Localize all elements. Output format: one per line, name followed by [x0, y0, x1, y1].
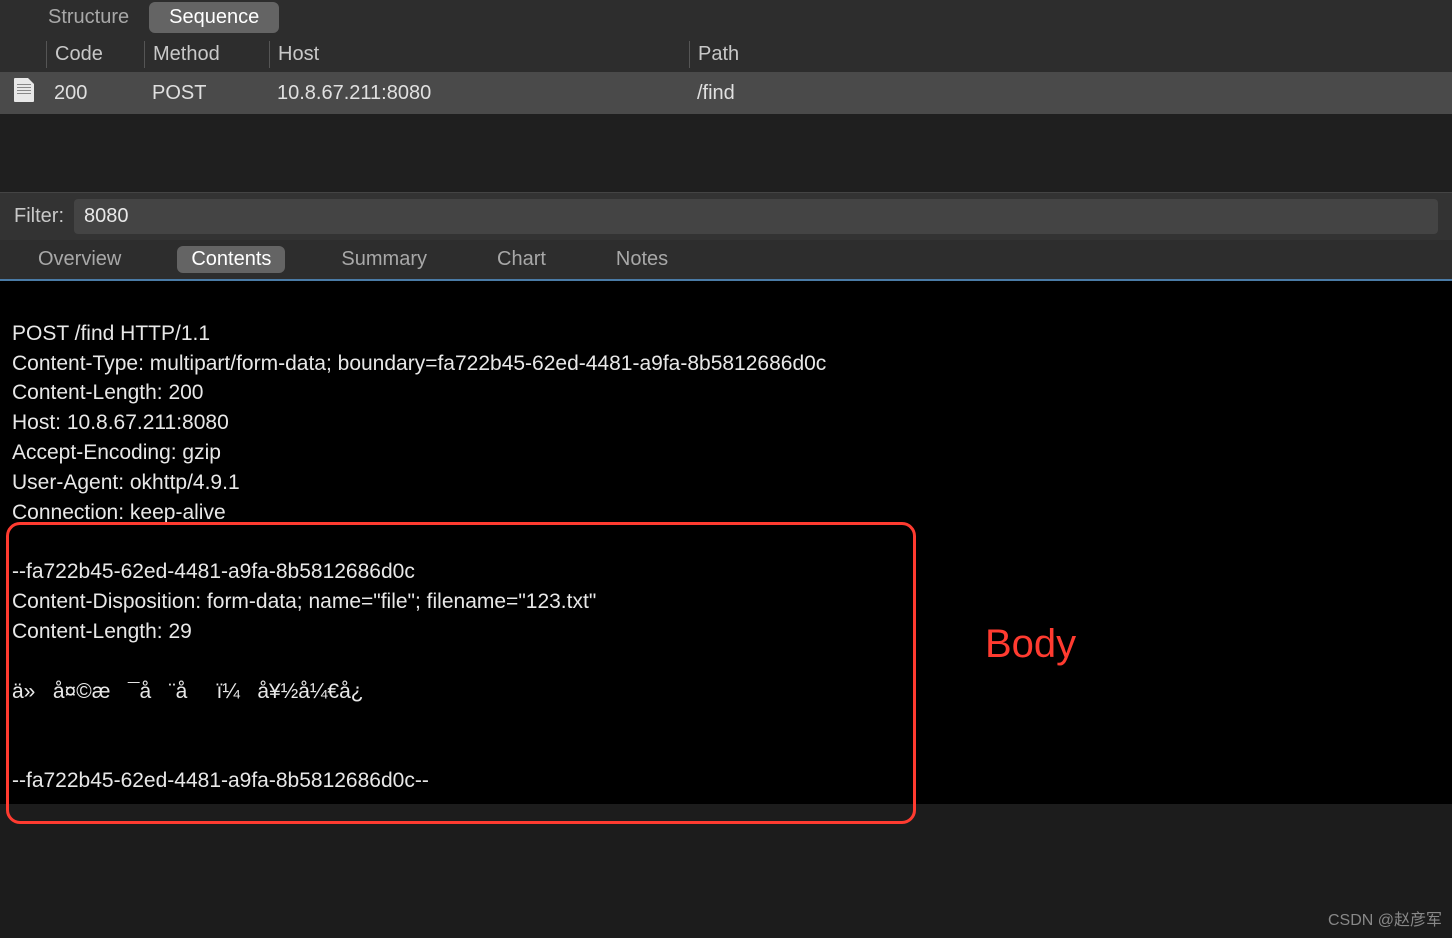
request-row[interactable]: 200 POST 10.8.67.211:8080 /find: [0, 72, 1452, 114]
detail-tabs-bar: Overview Contents Summary Chart Notes: [0, 240, 1452, 279]
http-request-line: POST /find HTTP/1.1: [12, 322, 210, 345]
filter-bar: Filter:: [0, 192, 1452, 240]
document-icon: [14, 78, 34, 102]
http-connection: Connection: keep-alive: [12, 501, 226, 524]
tab-summary[interactable]: Summary: [327, 246, 441, 273]
request-code: 200: [46, 80, 144, 107]
http-content-area[interactable]: POST /find HTTP/1.1 Content-Type: multip…: [0, 281, 1452, 804]
col-header-code[interactable]: Code: [46, 41, 144, 68]
request-list-empty: [0, 114, 1452, 192]
http-content-length: Content-Length: 200: [12, 381, 203, 404]
http-boundary-start: --fa722b45-62ed-4481-a9fa-8b5812686d0c: [12, 560, 415, 583]
http-accept-encoding: Accept-Encoding: gzip: [12, 441, 221, 464]
tab-overview[interactable]: Overview: [24, 246, 135, 273]
col-header-path[interactable]: Path: [689, 41, 1452, 68]
tab-notes[interactable]: Notes: [602, 246, 682, 273]
filter-input[interactable]: [74, 199, 1438, 234]
request-type-icon: [0, 76, 46, 110]
col-header-icon: [0, 53, 46, 57]
tab-chart[interactable]: Chart: [483, 246, 560, 273]
http-part-length: Content-Length: 29: [12, 620, 192, 643]
watermark: CSDN @赵彦军: [1328, 906, 1442, 930]
http-user-agent: User-Agent: okhttp/4.9.1: [12, 471, 240, 494]
col-header-method[interactable]: Method: [144, 41, 269, 68]
http-content-type: Content-Type: multipart/form-data; bound…: [12, 352, 826, 375]
tab-contents[interactable]: Contents: [177, 246, 285, 273]
filter-label: Filter:: [14, 205, 64, 228]
http-body-data: ä» å¤©æ ¯å ¨å ï¼ å¥½å¼€å¿: [12, 680, 364, 703]
request-host: 10.8.67.211:8080: [269, 80, 689, 107]
tab-sequence[interactable]: Sequence: [149, 2, 279, 33]
http-host: Host: 10.8.67.211:8080: [12, 411, 229, 434]
request-path: /find: [689, 80, 1452, 107]
top-tabs-bar: Structure Sequence: [0, 0, 1452, 37]
request-list-header: Code Method Host Path: [0, 37, 1452, 72]
request-method: POST: [144, 80, 269, 107]
col-header-host[interactable]: Host: [269, 41, 689, 68]
tab-structure[interactable]: Structure: [28, 2, 149, 33]
http-boundary-end: --fa722b45-62ed-4481-a9fa-8b5812686d0c--: [12, 769, 429, 792]
http-disposition: Content-Disposition: form-data; name="fi…: [12, 590, 596, 613]
